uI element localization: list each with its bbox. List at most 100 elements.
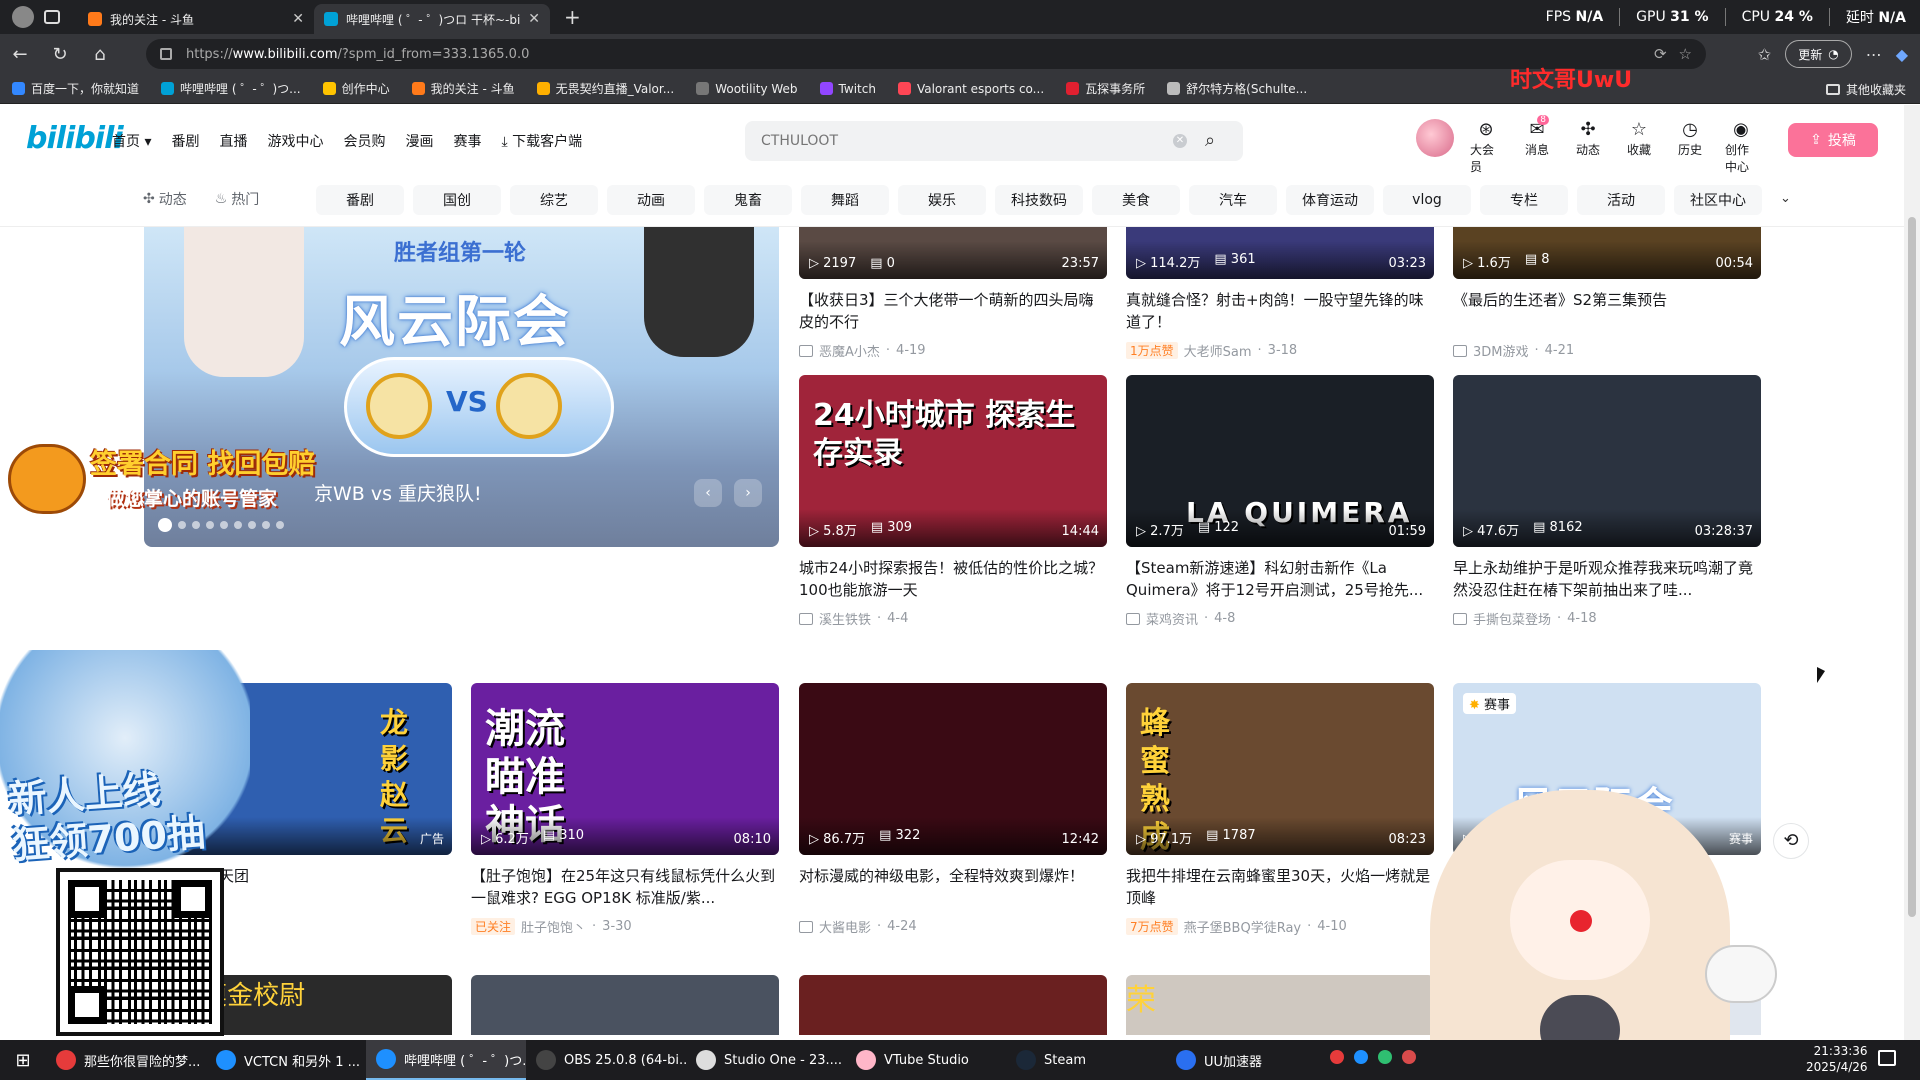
video-title[interactable]: 我把牛排埋在云南蜂蜜里30天，火焰一烤就是顶峰 bbox=[1126, 865, 1434, 909]
refresh-feed-icon[interactable]: ⟲ bbox=[1773, 823, 1809, 859]
bookmark-item[interactable]: Wootility Web bbox=[696, 82, 798, 96]
video-thumbnail[interactable]: LA QUIMERA▷ 2.7万▤ 12201:59 bbox=[1126, 375, 1434, 547]
video-thumb-partial[interactable] bbox=[799, 975, 1107, 1035]
video-thumbnail[interactable]: 潮流 瞄准 神话▷ 6.2万▤ 31008:10 bbox=[471, 683, 779, 855]
video-author[interactable]: 溪生铁铁 bbox=[819, 609, 871, 628]
nav-game-center[interactable]: 游戏中心 bbox=[267, 131, 323, 151]
tray-icon[interactable] bbox=[1402, 1050, 1416, 1064]
back-icon[interactable]: ← bbox=[0, 44, 40, 65]
bookmark-item[interactable]: 百度一下，你就知道 bbox=[12, 80, 139, 97]
clear-search-icon[interactable]: ✕ bbox=[1173, 134, 1187, 148]
carousel-next-icon[interactable]: › bbox=[734, 479, 762, 507]
carousel-dot[interactable] bbox=[192, 521, 200, 529]
new-tab-icon[interactable]: + bbox=[564, 5, 581, 29]
notification-icon[interactable] bbox=[1878, 1050, 1896, 1066]
translate-icon[interactable]: ⟳ bbox=[1654, 45, 1667, 63]
nav-home[interactable]: 首页 ▾ bbox=[112, 131, 151, 151]
nav-shop[interactable]: 会员购 bbox=[343, 131, 385, 151]
video-title[interactable]: 真就缝合怪？射击+肉鸽！一股守望先锋的味道了！ bbox=[1126, 289, 1434, 333]
tray-icon[interactable] bbox=[1330, 1050, 1344, 1064]
other-bookmarks[interactable]: 其他收藏夹 bbox=[1825, 81, 1906, 98]
page-scrollbar[interactable] bbox=[1904, 105, 1920, 1050]
category-item[interactable]: 专栏 bbox=[1480, 185, 1568, 215]
category-item[interactable]: 鬼畜 bbox=[704, 185, 792, 215]
video-thumbnail[interactable]: ▷ 1.6万 ▤ 8 00:54 bbox=[1453, 227, 1761, 279]
video-author[interactable]: 大老师Sam bbox=[1184, 341, 1252, 360]
nav-download-client[interactable]: ⤓ 下载客户端 bbox=[501, 131, 582, 151]
category-item[interactable]: 社区中心 bbox=[1674, 185, 1762, 215]
carousel-dot[interactable] bbox=[276, 521, 284, 529]
nav-anime[interactable]: 番剧 bbox=[171, 131, 199, 151]
carousel-dot[interactable] bbox=[262, 521, 270, 529]
video-author[interactable]: 3DM游戏 bbox=[1473, 341, 1529, 360]
more-icon[interactable]: ⋯ bbox=[1866, 45, 1882, 64]
home-icon[interactable]: ⌂ bbox=[80, 44, 120, 65]
category-item[interactable]: 国创 bbox=[413, 185, 501, 215]
search-input[interactable] bbox=[761, 133, 1173, 149]
url-text[interactable]: https://www.bilibili.com/?spm_id_from=33… bbox=[186, 47, 1642, 62]
windows-start-icon[interactable]: ⊞ bbox=[0, 1050, 46, 1071]
tray-icon[interactable] bbox=[1354, 1050, 1368, 1064]
video-title[interactable]: 城市24小时探索报告！被低估的性价比之城？100也能旅游一天 bbox=[799, 557, 1107, 601]
tray-icon[interactable] bbox=[1378, 1050, 1392, 1064]
video-title[interactable]: 【Steam新游速递】科幻射击新作《La Quimera》将于12号开启测试，2… bbox=[1126, 557, 1434, 601]
category-item[interactable]: 综艺 bbox=[510, 185, 598, 215]
category-item[interactable]: 美食 bbox=[1092, 185, 1180, 215]
video-author[interactable]: 燕子堡BBQ学徒Ray bbox=[1184, 917, 1301, 936]
browser-tab-bilibili[interactable]: 哔哩哔哩 ( ゜- ゜)つロ 干杯~-bilibili ✕ bbox=[314, 4, 550, 34]
video-title[interactable]: 早上永劫维护于是听观众推荐我来玩鸣潮了竟然没忍住赶在椿下架前抽出来了哇... bbox=[1453, 557, 1761, 601]
system-clock[interactable]: 21:33:36 2025/4/26 bbox=[1806, 1043, 1868, 1075]
video-thumbnail[interactable]: ▷ 2197 ▤ 0 23:57 bbox=[799, 227, 1107, 279]
address-bar[interactable]: https://www.bilibili.com/?spm_id_from=33… bbox=[146, 39, 1706, 69]
video-title[interactable]: 【肚子饱饱】在25年这只有线鼠标凭什么火到一鼠难求? EGG OP18K 标准版… bbox=[471, 865, 779, 909]
favorite-star-icon[interactable]: ☆ bbox=[1679, 45, 1692, 63]
header-favorites[interactable]: ☆ 收藏 bbox=[1623, 119, 1655, 175]
video-title[interactable]: 对标漫威的神级电影，全程特效爽到爆炸！ bbox=[799, 865, 1107, 909]
category-item[interactable]: 体育运动 bbox=[1286, 185, 1374, 215]
video-author[interactable]: 肚子饱饱丶 bbox=[521, 917, 586, 936]
header-dynamics[interactable]: ✣ 动态 bbox=[1572, 119, 1604, 175]
taskbar-app[interactable]: VCTCN 和另外 1 ... bbox=[206, 1040, 366, 1080]
scrollbar-thumb[interactable] bbox=[1908, 217, 1916, 917]
video-card[interactable]: ▷ 47.6万 ▤ 8162 03:28:37 早上永劫维护于是听观众推荐我来玩鸣潮了… bbox=[1453, 375, 1761, 628]
carousel-prev-icon[interactable]: ‹ bbox=[694, 479, 722, 507]
video-author[interactable]: 菜鸡资讯 bbox=[1146, 609, 1198, 628]
profile-icon[interactable] bbox=[12, 6, 34, 28]
chevron-down-icon[interactable]: ⌄ bbox=[1780, 191, 1791, 206]
category-item[interactable]: 娱乐 bbox=[898, 185, 986, 215]
reload-icon[interactable]: ↻ bbox=[40, 44, 80, 65]
header-vip[interactable]: ⊛ 大会员 bbox=[1470, 119, 1502, 175]
category-item[interactable]: 汽车 bbox=[1189, 185, 1277, 215]
video-card[interactable]: 潮流 瞄准 神话▷ 6.2万▤ 31008:10 【肚子饱饱】在25年这只有线鼠标… bbox=[471, 683, 779, 936]
copilot-icon[interactable]: ◆ bbox=[1896, 45, 1908, 64]
update-button[interactable]: 更新 ◔ bbox=[1785, 40, 1852, 68]
category-item[interactable]: 活动 bbox=[1577, 185, 1665, 215]
category-hot[interactable]: ♨ 热门 bbox=[215, 189, 260, 209]
upload-button[interactable]: ⇪ 投稿 bbox=[1788, 123, 1878, 157]
video-author[interactable]: 恶魔A小杰 bbox=[819, 341, 880, 360]
carousel-dot[interactable] bbox=[248, 521, 256, 529]
taskbar-app[interactable]: 那些你很冒险的梦... bbox=[46, 1040, 206, 1080]
video-title[interactable]: 【收获日3】三个大佬带一个萌新的四头局嗨皮的不行 bbox=[799, 289, 1107, 333]
bilibili-logo[interactable]: bilibili bbox=[26, 121, 124, 156]
close-tab-icon[interactable]: ✕ bbox=[292, 11, 304, 27]
bookmark-item[interactable]: 舒尔特方格(Schulte... bbox=[1167, 80, 1307, 97]
taskbar-app[interactable]: VTube Studio bbox=[846, 1040, 1006, 1080]
tab-actions-icon[interactable] bbox=[44, 10, 60, 24]
video-card[interactable]: ▷ 86.7万 ▤ 322 12:42 对标漫威的神级电影，全程特效爽到爆炸！ 大酱电影… bbox=[799, 683, 1107, 936]
video-thumbnail[interactable]: 蜂 蜜 熟 成▷ 97.1万▤ 178708:23 bbox=[1126, 683, 1434, 855]
collections-icon[interactable]: ✩ bbox=[1758, 45, 1771, 64]
video-thumb-partial[interactable]: 荣 bbox=[1126, 975, 1434, 1035]
bookmark-item[interactable]: 无畏契约直播_Valor... bbox=[536, 80, 674, 97]
user-avatar[interactable] bbox=[1416, 119, 1454, 157]
taskbar-app[interactable]: 哔哩哔哩 ( ゜- ゜)つ... bbox=[366, 1040, 526, 1080]
video-thumbnail[interactable]: ▷ 86.7万 ▤ 322 12:42 bbox=[799, 683, 1107, 855]
video-card[interactable]: ▷ 114.2万 ▤ 361 03:23 真就缝合怪？射击+肉鸽！一股守望先锋的味道了… bbox=[1126, 227, 1434, 360]
category-item[interactable]: 番剧 bbox=[316, 185, 404, 215]
close-tab-icon[interactable]: ✕ bbox=[528, 11, 540, 27]
carousel-dot[interactable] bbox=[178, 521, 186, 529]
video-title[interactable]: 《最后的生还者》S2第三集预告 bbox=[1453, 289, 1761, 333]
browser-tab-douyu[interactable]: 我的关注 - 斗鱼 ✕ bbox=[78, 4, 314, 34]
bookmark-item[interactable]: Twitch bbox=[819, 82, 876, 96]
bookmark-item[interactable]: 哔哩哔哩 ( ゜- ゜)つ... bbox=[161, 80, 301, 97]
